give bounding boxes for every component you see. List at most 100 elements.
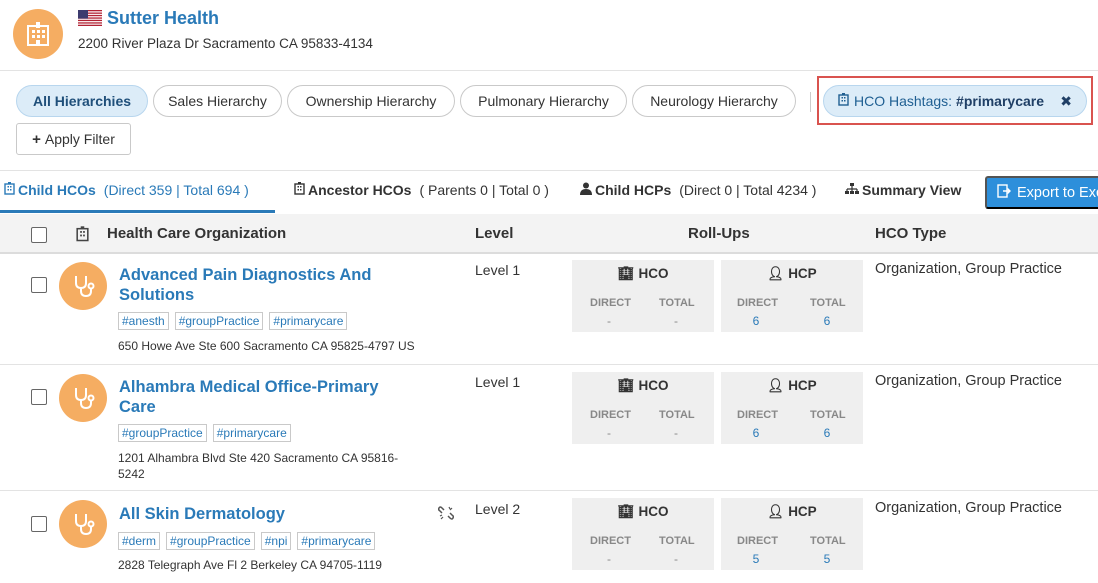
hco-address: 1201 Alhambra Blvd Ste 420 Sacramento CA… [118,450,418,482]
rollup-hco-title: HCO [638,266,669,281]
row-checkbox[interactable] [31,277,47,293]
hashtag-list: #derm #groupPractice #npi #primarycare [118,532,376,550]
rollup-hcp-box: 👤︎ HCP DIRECT TOTAL 6 6 [721,372,863,444]
export-label: Export to Excel [1017,184,1098,201]
header-rollups: Roll-Ups [688,225,750,242]
doctor-icon: 👤︎ [767,378,785,393]
hco-name-link[interactable]: Alhambra Medical Office-Primary Care [119,377,419,417]
hco-address: 650 Howe Ave Ste 600 Sacramento CA 95825… [118,338,438,354]
row-checkbox[interactable] [31,389,47,405]
rollup-hcp-box: 👤︎ HCP DIRECT TOTAL 6 6 [721,260,863,332]
level-value: Level 2 [475,501,521,517]
total-label: TOTAL [659,535,695,547]
tab-child-hcps[interactable]: Child HCPs (Direct 0 | Total 4234 ) [580,182,816,198]
select-all-checkbox[interactable] [31,227,47,243]
doctor-icon: 👤︎ [767,504,785,519]
address-line: 5242 [118,467,145,481]
building-icon: 🏢︎ [617,378,635,393]
stethoscope-icon [59,500,107,548]
hco-name-link[interactable]: All Skin Dermatology [119,504,419,524]
total-label: TOTAL [659,297,695,309]
rollup-hco-box: 🏢︎ HCO DIRECT TOTAL - - [572,372,714,444]
us-flag-icon [78,10,102,26]
org-address: 2200 River Plaza Dr Sacramento CA 95833-… [78,36,373,51]
org-name[interactable]: Sutter Health [107,8,219,29]
header-health-care-organization[interactable]: Health Care Organization [107,225,286,242]
hashtag-tag[interactable]: #derm [118,532,161,550]
rollup-hcp-title: HCP [788,378,817,393]
total-label: TOTAL [810,409,846,421]
hashtag-tag[interactable]: #primarycare [269,312,348,330]
hco-name-line: Advanced Pain Diagnostics And [119,266,372,284]
rollup-hcp-title: HCP [788,504,817,519]
hcp-direct-link[interactable]: 6 [741,426,771,440]
total-label: TOTAL [810,535,846,547]
hco-total-value: - [674,426,678,440]
filter-divider [810,92,811,112]
hospital-icon [13,9,63,59]
hashtag-tag[interactable]: #groupPractice [166,532,255,550]
doctor-icon: 👤︎ [767,266,785,281]
hashtag-tag[interactable]: #primarycare [297,532,376,550]
tab-ancestor-hcos[interactable]: Ancestor HCOs ( Parents 0 | Total 0 ) [294,182,549,198]
tab-summary-view-label: Summary View [862,182,962,198]
hco-name-link[interactable]: Advanced Pain Diagnostics And Solutions [119,265,419,305]
hco-type-value: Organization, Group Practice [875,500,1062,516]
remove-filter-icon[interactable]: ✖ [1060,93,1072,110]
direct-label: DIRECT [590,535,631,547]
total-label: TOTAL [810,297,846,309]
hco-direct-value: - [607,552,611,566]
rollup-hcp-box: 👤︎ HCP DIRECT TOTAL 5 5 [721,498,863,570]
org-header: Sutter Health 2200 River Plaza Dr Sacram… [0,0,1098,71]
hco-address: 2828 Telegraph Ave Fl 2 Berkeley CA 9470… [118,557,418,573]
unlink-icon[interactable] [437,505,455,525]
table-row: All Skin Dermatology #derm #groupPractic… [0,492,1098,583]
hashtag-tag[interactable]: #groupPractice [118,424,207,442]
tab-child-hcos-detail: (Direct 359 | Total 694 ) [103,182,249,198]
building-icon [294,182,305,198]
apply-filter-button[interactable]: + Apply Filter [16,123,131,155]
hashtag-tag[interactable]: #primarycare [212,424,291,442]
stethoscope-icon [59,374,107,422]
tab-child-hcps-label: Child HCPs [595,182,672,198]
table-header: Health Care Organization Level Roll-Ups … [0,214,1098,254]
direct-label: DIRECT [590,297,631,309]
hco-direct-value: - [607,426,611,440]
hashtag-tag[interactable]: #anesth [118,312,169,330]
tab-child-hcos-label: Child HCOs [18,182,96,198]
pill-all-hierarchies[interactable]: All Hierarchies [16,85,148,117]
hashtag-tag[interactable]: #npi [260,532,292,550]
tab-summary-view[interactable]: Summary View [845,182,969,198]
tab-ancestor-hcos-detail: ( Parents 0 | Total 0 ) [419,182,549,198]
hcp-direct-link[interactable]: 6 [741,314,771,328]
pill-ownership-hierarchy[interactable]: Ownership Hierarchy [287,85,455,117]
hashtag-filter-chip[interactable]: HCO Hashtags: #primarycare ✖ [823,85,1087,117]
hcp-total-link[interactable]: 6 [812,314,842,328]
tab-child-hcps-detail: (Direct 0 | Total 4234 ) [679,182,817,198]
pill-pulmonary-hierarchy[interactable]: Pulmonary Hierarchy [460,85,627,117]
hashtag-tag[interactable]: #groupPractice [174,312,264,330]
header-hco-type[interactable]: HCO Type [875,225,946,242]
row-checkbox[interactable] [31,516,47,532]
rollup-hco-box: 🏢︎ HCO DIRECT TOTAL - - [572,498,714,570]
hcp-total-link[interactable]: 6 [812,426,842,440]
hco-total-value: - [674,552,678,566]
hcp-direct-link[interactable]: 5 [741,552,771,566]
rollup-hco-title: HCO [638,504,669,519]
hcp-total-link[interactable]: 5 [812,552,842,566]
tab-child-hcos[interactable]: Child HCOs (Direct 359 | Total 694 ) [4,182,249,198]
hco-type-value: Organization, Group Practice [875,373,1062,389]
rollup-hco-box: 🏢︎ HCO DIRECT TOTAL - - [572,260,714,332]
apply-filter-label: Apply Filter [44,131,115,147]
hco-name-line: Care [119,398,156,416]
building-icon [76,226,89,247]
pill-sales-hierarchy[interactable]: Sales Hierarchy [153,85,282,117]
hashtag-filter-label: HCO Hashtags: [854,93,953,109]
table-row: Alhambra Medical Office-Primary Care #gr… [0,366,1098,491]
address-line: 650 Howe Ave Ste 600 Sacramento CA 95825… [118,339,415,353]
pill-neurology-hierarchy[interactable]: Neurology Hierarchy [632,85,796,117]
address-line: 1201 Alhambra Blvd Ste 420 Sacramento CA… [118,451,399,465]
header-level[interactable]: Level [475,225,513,242]
level-value: Level 1 [475,374,521,390]
export-to-excel-button[interactable]: Export to Excel [985,176,1098,209]
